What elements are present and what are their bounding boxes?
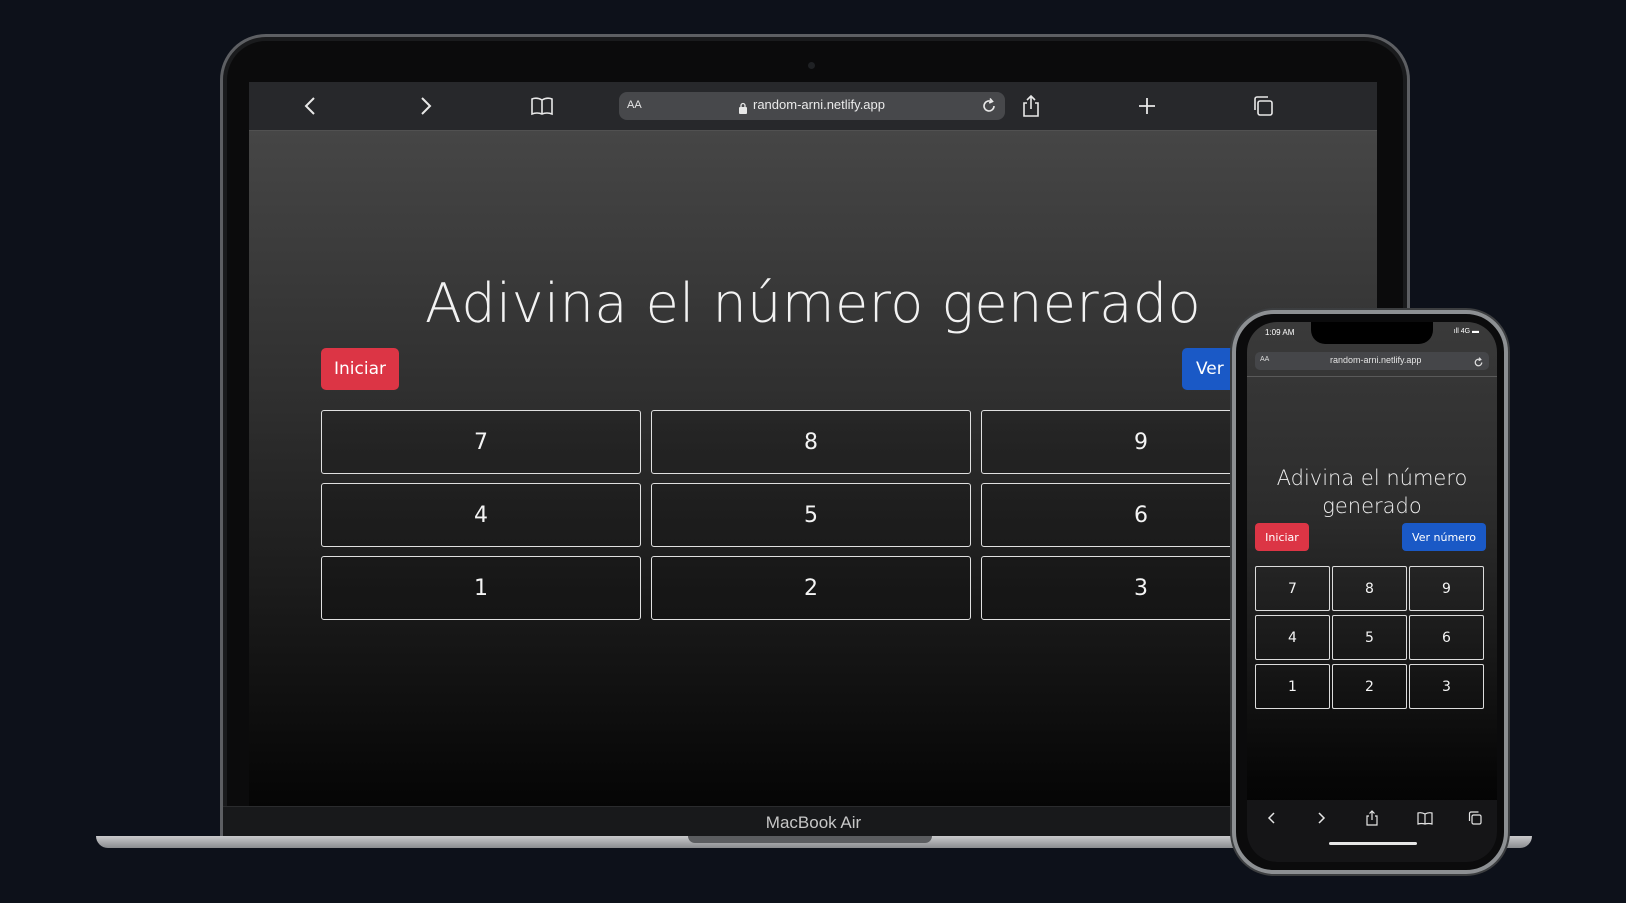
reload-icon[interactable] <box>979 96 999 116</box>
keypad-button[interactable]: 3 <box>1409 664 1484 709</box>
laptop-screen: AA random-arni.netlify.app Adivina el nú… <box>249 82 1377 806</box>
phone-reader-button[interactable]: AA <box>1260 356 1269 363</box>
status-time: 1:09 AM <box>1265 328 1295 337</box>
keypad-button[interactable]: 8 <box>1332 566 1407 611</box>
laptop-hinge: MacBook Air <box>223 806 1404 837</box>
chevron-right-icon[interactable] <box>413 94 437 118</box>
keypad-button[interactable]: 1 <box>1255 664 1330 709</box>
share-icon[interactable] <box>1019 94 1043 118</box>
tabs-icon[interactable] <box>1251 94 1275 118</box>
keypad-button[interactable]: 9 <box>1409 566 1484 611</box>
start-button[interactable]: Iniciar <box>321 348 399 390</box>
phone-address-bar[interactable]: AA random-arni.netlify.app <box>1255 352 1489 370</box>
book-icon[interactable] <box>530 94 554 118</box>
url-text: random-arni.netlify.app <box>753 97 885 112</box>
camera-icon <box>808 62 815 69</box>
reader-button[interactable]: AA <box>627 99 642 111</box>
phone-url-text: random-arni.netlify.app <box>1330 355 1422 365</box>
laptop-notch <box>688 836 932 843</box>
phone-tab-bar <box>1247 800 1497 862</box>
phone-notch <box>1311 322 1433 344</box>
page-title: Adivina el número generado <box>424 272 1202 335</box>
phone-screen: 1:09 AM ıll 4G ▬ AA random-arni.netlify.… <box>1247 322 1497 862</box>
address-bar[interactable]: AA random-arni.netlify.app <box>619 92 1005 120</box>
lock-icon <box>738 99 748 114</box>
plus-icon[interactable] <box>1135 94 1159 118</box>
reload-icon[interactable] <box>1472 354 1485 367</box>
phone-view-number-button[interactable]: Ver número <box>1402 523 1486 551</box>
keypad-button[interactable]: 4 <box>1255 615 1330 660</box>
model-label: MacBook Air <box>765 813 862 832</box>
browser-toolbar: AA random-arni.netlify.app <box>249 82 1377 131</box>
keypad-button[interactable]: 7 <box>1255 566 1330 611</box>
keypad-button[interactable]: 2 <box>1332 664 1407 709</box>
share-icon[interactable] <box>1364 810 1380 826</box>
keypad-button[interactable]: 6 <box>1409 615 1484 660</box>
phone-toolbar-divider <box>1247 376 1497 377</box>
keypad-button[interactable]: 8 <box>651 410 971 474</box>
back-icon[interactable] <box>1264 810 1280 826</box>
keypad-button[interactable]: 1 <box>321 556 641 620</box>
phone-page-title: Adivina el número generado <box>1276 466 1468 518</box>
keypad-button[interactable]: 5 <box>651 483 971 547</box>
home-indicator[interactable] <box>1329 842 1417 845</box>
forward-icon[interactable] <box>1313 810 1329 826</box>
chevron-left-icon[interactable] <box>299 94 323 118</box>
keypad-button[interactable]: 4 <box>321 483 641 547</box>
keypad-button[interactable]: 7 <box>321 410 641 474</box>
status-indicators: ıll 4G ▬ <box>1453 328 1479 335</box>
bookmarks-icon[interactable] <box>1417 810 1433 826</box>
phone-start-button[interactable]: Iniciar <box>1255 523 1309 551</box>
keypad-button[interactable]: 5 <box>1332 615 1407 660</box>
keypad-button[interactable]: 2 <box>651 556 971 620</box>
tabs-icon[interactable] <box>1467 810 1483 826</box>
